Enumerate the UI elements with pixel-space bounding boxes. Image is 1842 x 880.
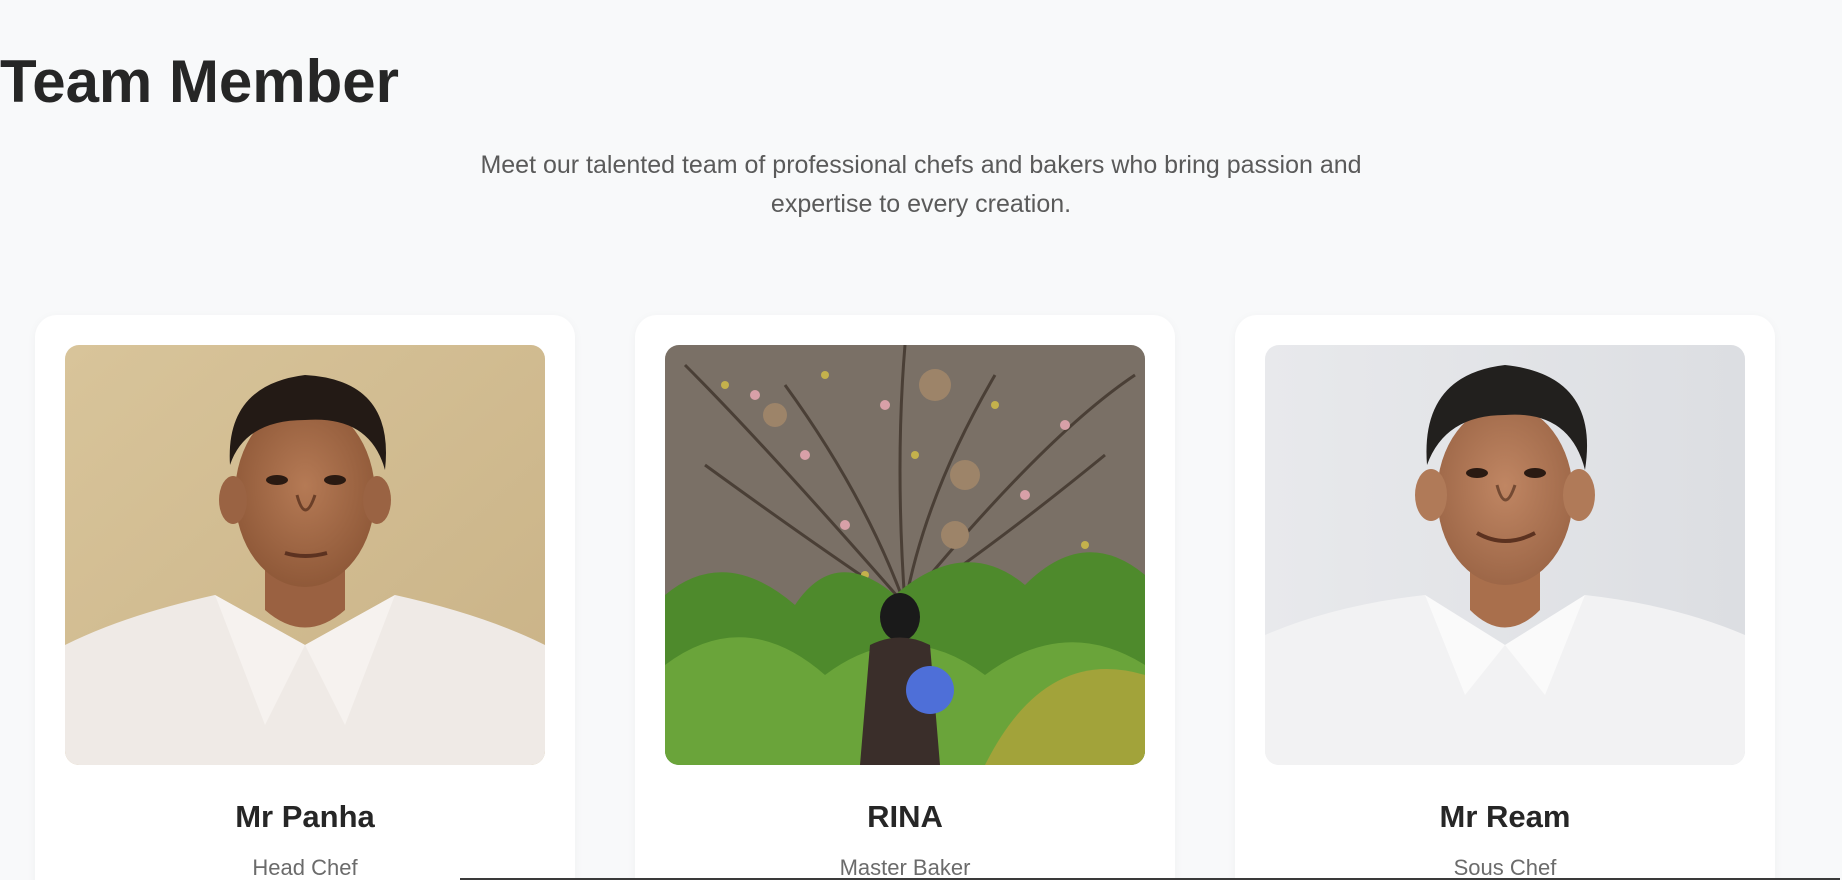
member-photo (65, 345, 545, 765)
member-photo (1265, 345, 1745, 765)
team-card[interactable]: Mr Panha Head Chef (35, 315, 575, 880)
team-card[interactable]: Mr Ream Sous Chef (1235, 315, 1775, 880)
team-card[interactable]: RINA Master Baker (635, 315, 1175, 880)
member-role: Head Chef (252, 855, 358, 880)
member-photo (665, 345, 1145, 765)
member-role: Sous Chef (1453, 855, 1557, 880)
section-subtitle: Meet our talented team of professional c… (480, 151, 1362, 218)
team-section: Team Member Meet our talented team of pr… (0, 0, 1842, 880)
member-name: Mr Ream (1439, 799, 1571, 834)
section-title: Team Member (0, 48, 400, 115)
member-name: Mr Panha (235, 799, 375, 834)
member-role: Master Baker (839, 855, 971, 880)
member-name: RINA (867, 799, 943, 834)
